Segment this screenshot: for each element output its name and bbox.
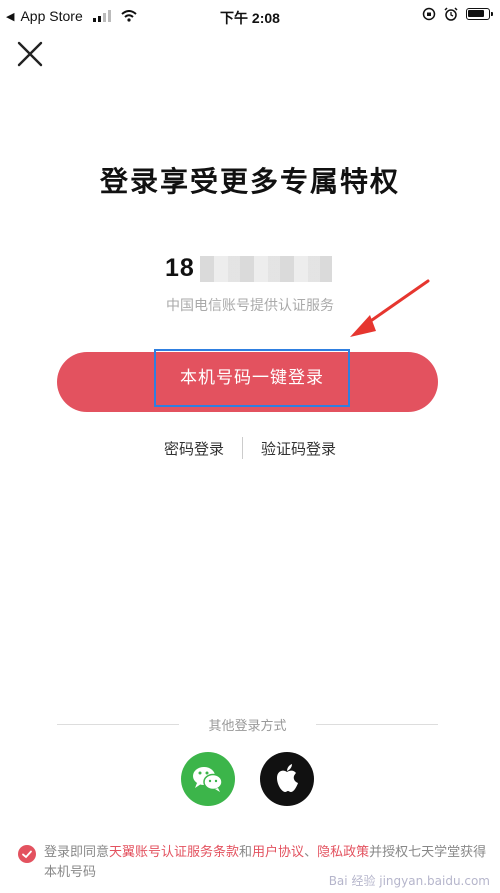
wechat-login-button[interactable]: [181, 752, 235, 806]
apple-icon: [277, 764, 298, 792]
status-right: [422, 7, 493, 21]
agreement-sep: 、: [304, 845, 318, 860]
divider: [316, 724, 438, 725]
watermark: Bai 经验 jingyan.baidu.com: [328, 874, 490, 888]
code-login-link[interactable]: 验证码登录: [243, 438, 354, 459]
one-click-login-label[interactable]: 本机号码一键登录: [154, 349, 350, 407]
phone-mask: [200, 256, 332, 282]
alarm-icon: [444, 7, 458, 21]
status-bar: ◀ App Store 下午 2:08: [0, 0, 500, 32]
password-login-link[interactable]: 密码登录: [146, 438, 242, 459]
check-icon[interactable]: [18, 845, 36, 863]
page-title: 登录享受更多专属特权: [99, 165, 400, 198]
terms-link[interactable]: 天翼账号认证服务条款: [109, 845, 239, 860]
agreement-and: 和: [239, 845, 253, 860]
orientation-lock-icon: [422, 7, 436, 21]
arrow-annotation: [350, 279, 430, 337]
agreement-prefix: 登录即同意: [44, 845, 110, 860]
apple-login-button[interactable]: [260, 752, 314, 806]
wechat-icon: [193, 767, 223, 792]
battery-icon: [466, 8, 493, 20]
close-icon[interactable]: [14, 38, 46, 70]
other-login-header: 其他登录方式: [57, 715, 438, 735]
alternate-login-links: 密码登录 验证码登录: [0, 437, 500, 459]
user-agreement-link[interactable]: 用户协议: [252, 845, 304, 860]
masked-phone-number: 18: [165, 254, 195, 282]
privacy-link[interactable]: 隐私政策: [317, 845, 369, 860]
